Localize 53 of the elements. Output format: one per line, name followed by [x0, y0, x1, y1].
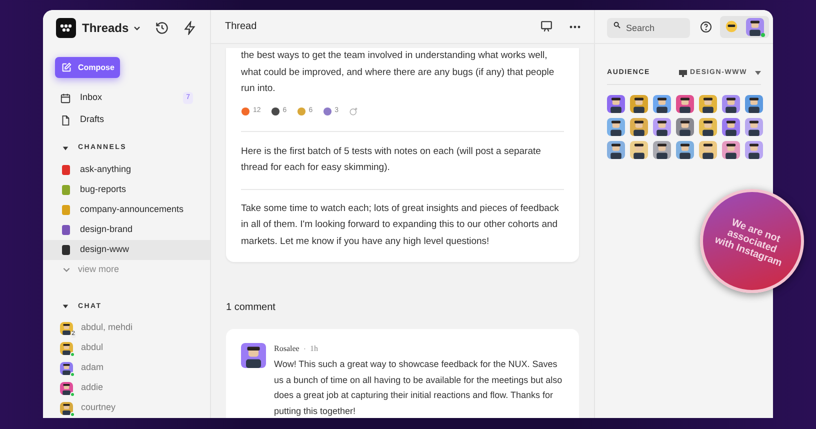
chat-item[interactable]: abdul	[43, 338, 210, 358]
chat-item[interactable]: addie	[43, 378, 210, 398]
chevron-down-icon	[62, 265, 71, 274]
compose-button[interactable]: Compose	[55, 57, 120, 78]
more-icon[interactable]	[569, 24, 581, 28]
post-paragraph: Here is the first batch of 5 tests with notes on each (will post a separate thread for each for easy skimming).	[241, 144, 542, 175]
user-switcher[interactable]	[720, 16, 769, 38]
search-field[interactable]: Search	[607, 18, 690, 38]
compose-icon	[61, 62, 72, 73]
chat-name: abdul, mehdi	[81, 321, 133, 334]
help-icon[interactable]	[700, 20, 712, 32]
easel-icon[interactable]	[540, 20, 553, 33]
collapse-triangle-icon[interactable]	[62, 144, 69, 152]
lightning-icon[interactable]	[183, 21, 197, 35]
chat-name: abdul	[81, 341, 104, 354]
channel-item[interactable]: design-brand	[43, 220, 210, 240]
nav-label: Drafts	[80, 113, 104, 126]
post-paragraph: the best ways to get the team involved in understanding what works well, what could be improved, and where there are any bugs (if any) that people run into.	[241, 49, 556, 96]
document-icon	[60, 114, 71, 126]
channel-name: design-brand	[80, 222, 133, 236]
chat-name: adam	[81, 361, 104, 374]
chat-name: addie	[81, 381, 104, 394]
search-icon	[613, 20, 621, 28]
history-icon[interactable]	[155, 21, 169, 35]
nav-item[interactable]: Drafts	[43, 109, 210, 131]
chat-item[interactable]: adam	[43, 358, 210, 378]
app-logo-icon	[56, 18, 76, 38]
channel-name: bug-reports	[80, 182, 126, 196]
channel-item[interactable]: company-announcements	[43, 200, 210, 220]
calendar-icon	[60, 92, 71, 104]
chat-item[interactable]: courtney	[43, 398, 210, 418]
channel-item[interactable]: ask-anything	[43, 160, 210, 180]
page-title: Thread	[225, 20, 257, 34]
channel-item[interactable]: bug-reports	[43, 180, 210, 200]
chat-name: courtney	[81, 401, 116, 414]
comments-count: 1 comment	[226, 301, 276, 315]
author-name: Rosalee	[274, 343, 300, 355]
channel-name: company-announcements	[80, 202, 184, 216]
caret-icon	[755, 70, 761, 76]
post-paragraph: Take some time to watch each; lots of great insights and pieces of feedback in all of them. I'm looking forward to expanding this to our other cohorts and markets. Let me know if you have any high level questions!	[241, 202, 560, 248]
collapse-triangle-icon[interactable]	[62, 303, 69, 310]
monitor-icon	[679, 70, 687, 77]
separator-dot: ·	[303, 343, 306, 355]
user-avatar	[746, 18, 764, 36]
timestamp: 1h	[310, 343, 318, 355]
channel-name: ask-anything	[80, 162, 132, 176]
workspace-name[interactable]: Threads	[82, 19, 129, 37]
chevron-down-icon[interactable]	[132, 24, 141, 32]
channel-name: design-www	[80, 242, 130, 256]
nav-label: Inbox	[80, 91, 102, 104]
comment-text: Wow! This such a great way to showcase feedback for the NUX. Saves us a bunch of time on all having to be available for the meetings but also does a great job at capturing their initial reactions and flow. Thanks for putting this together!	[274, 358, 564, 418]
emoji-face-icon	[725, 20, 738, 33]
channel-item[interactable]: design-www	[43, 240, 210, 260]
